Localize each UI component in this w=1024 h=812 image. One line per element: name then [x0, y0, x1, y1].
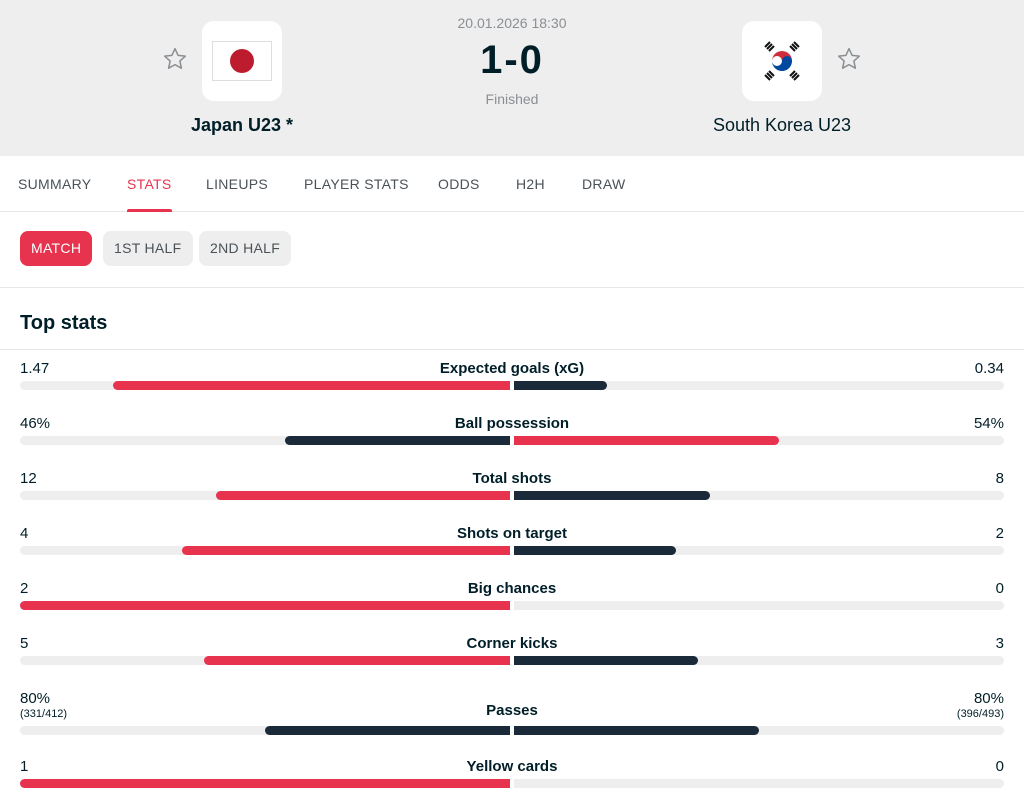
stat-away-value: 0.34: [974, 360, 1004, 377]
stat-label: Yellow cards: [466, 758, 558, 775]
stat-row: 4 Shots on target 2: [20, 525, 1004, 565]
stat-label: Corner kicks: [466, 635, 558, 652]
stat-home-bar-track: [20, 436, 510, 445]
stat-row: 5 Corner kicks 3: [20, 635, 1004, 675]
stat-row: 1.47 Expected goals (xG) 0.34: [20, 360, 1004, 400]
stat-away-bar: [514, 726, 759, 735]
tab-player-stats[interactable]: PLAYER STATS: [304, 156, 409, 212]
tab-h2h[interactable]: H2H: [516, 156, 545, 212]
stat-home-bar-track: [20, 601, 510, 610]
stat-home-bar: [203, 656, 510, 665]
stat-home-bar: [20, 601, 510, 610]
match-score: 1-0: [480, 38, 544, 82]
stat-home-bar: [181, 546, 510, 555]
stat-row: 12 Total shots 8: [20, 470, 1004, 510]
stat-row: 80% Passes 80% (331/412) (396/493): [20, 690, 1004, 740]
stat-away-bar-track: [514, 381, 1004, 390]
stat-away-value: 8: [995, 470, 1004, 487]
stat-away-bar: [514, 656, 698, 665]
stat-home-bar-track: [20, 779, 510, 788]
stat-row: 1 Yellow cards 0: [20, 758, 1004, 798]
match-status: Finished: [485, 91, 539, 107]
section-title: Top stats: [20, 312, 108, 334]
stat-home-bar-track: [20, 381, 510, 390]
tab-summary[interactable]: SUMMARY: [18, 156, 91, 212]
stat-label: Shots on target: [456, 525, 567, 542]
south-korea-flag-icon: [761, 40, 803, 82]
stat-away-value: 54%: [973, 415, 1004, 432]
stat-row: 2 Big chances 0: [20, 580, 1004, 620]
period-2nd-half-button[interactable]: 2ND HALF: [199, 231, 292, 266]
stat-away-bar-track: [514, 779, 1004, 788]
stat-away-bar-track: [514, 546, 1004, 555]
stat-home-bar: [265, 726, 510, 735]
stat-label: Ball possession: [454, 415, 570, 432]
stat-home-bar: [20, 779, 510, 788]
tab-draw[interactable]: DRAW: [582, 156, 625, 212]
stat-away-value: 80%: [973, 690, 1004, 707]
stat-away-value: 0: [995, 580, 1004, 597]
stat-away-bar: [514, 436, 779, 445]
stat-away-bar: [514, 381, 608, 390]
stat-away-bar-track: [514, 726, 1004, 735]
stat-home-bar-track: [20, 491, 510, 500]
home-team-name[interactable]: Japan U23 *: [122, 115, 362, 136]
away-team-logo[interactable]: [742, 21, 822, 101]
stat-away-bar-track: [514, 656, 1004, 665]
stat-row: 46% Ball possession 54%: [20, 415, 1004, 455]
stat-away-detail: (396/493): [956, 708, 1004, 720]
stat-home-bar-track: [20, 656, 510, 665]
period-match-button[interactable]: MATCH: [20, 231, 93, 266]
period-selector: MATCH 1ST HALF 2ND HALF: [0, 212, 1024, 288]
divider: [0, 349, 1024, 350]
stat-label: Expected goals (xG): [439, 360, 585, 377]
stat-label: Passes: [486, 702, 538, 719]
tab-odds[interactable]: ODDS: [438, 156, 480, 212]
match-datetime: 20.01.2026 18:30: [457, 15, 567, 31]
stat-away-bar-track: [514, 491, 1004, 500]
tab-stats[interactable]: STATS: [127, 156, 172, 212]
stat-label: Total shots: [472, 470, 552, 487]
stat-home-bar: [113, 381, 510, 390]
period-1st-half-button[interactable]: 1ST HALF: [103, 231, 193, 266]
tab-lineups[interactable]: LINEUPS: [206, 156, 268, 212]
away-team-name[interactable]: South Korea U23: [662, 115, 902, 136]
stat-away-bar: [514, 491, 710, 500]
stat-home-detail: (331/412): [20, 708, 68, 720]
match-header: 20.01.2026 18:30 Japan U23 * 1-0 Finishe…: [0, 0, 1024, 156]
stat-away-value: 3: [995, 635, 1004, 652]
stat-away-bar: [514, 546, 676, 555]
stat-away-bar-track: [514, 436, 1004, 445]
match-tabs: SUMMARY STATS LINEUPS PLAYER STATS ODDS …: [0, 156, 1024, 212]
stat-home-bar-track: [20, 726, 510, 735]
stat-label: Big chances: [467, 580, 557, 597]
stat-away-value: 2: [995, 525, 1004, 542]
stat-away-bar-track: [514, 601, 1004, 610]
stat-home-bar: [284, 436, 510, 445]
star-outline-icon[interactable]: [834, 44, 864, 74]
stat-home-bar-track: [20, 546, 510, 555]
stat-away-value: 0: [995, 758, 1004, 775]
stat-home-bar: [216, 491, 510, 500]
